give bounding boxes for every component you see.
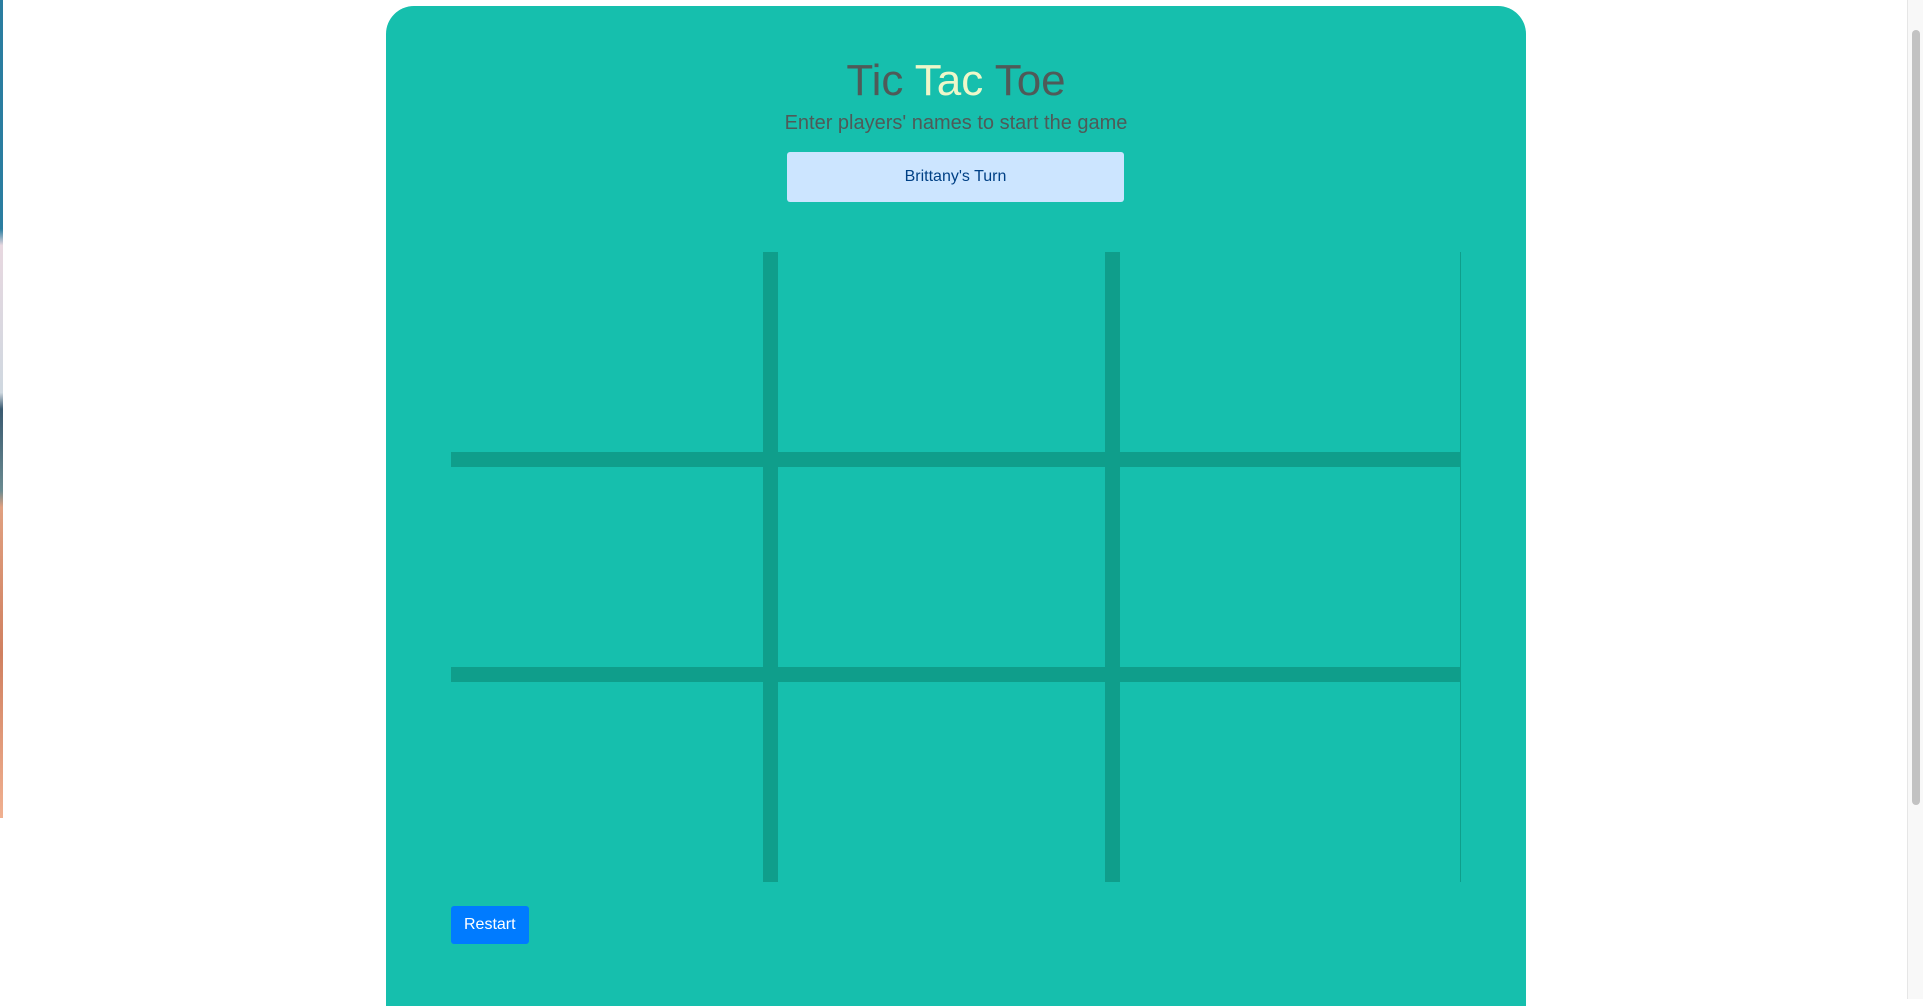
- game-panel: Tic Tac Toe Enter players' names to star…: [386, 6, 1526, 1006]
- game-board: [451, 252, 1461, 882]
- instructions-text: Enter players' names to start the game: [784, 112, 1128, 134]
- scrollbar-thumb[interactable]: [1912, 30, 1920, 805]
- board-cell-3[interactable]: [1120, 252, 1461, 467]
- board-cell-1[interactable]: [451, 252, 778, 467]
- page-title: Tic Tac Toe: [386, 56, 1526, 106]
- title-tac: Tac: [914, 56, 984, 105]
- board-cell-6[interactable]: [1120, 467, 1461, 682]
- board-cell-7[interactable]: [451, 682, 778, 882]
- restart-button[interactable]: Restart: [451, 906, 529, 944]
- board-cell-9[interactable]: [1120, 682, 1461, 882]
- turn-status-banner: Brittany's Turn: [787, 152, 1124, 202]
- vertical-scrollbar[interactable]: [1907, 0, 1923, 999]
- board-cell-4[interactable]: [451, 467, 778, 682]
- board-cell-5[interactable]: [778, 467, 1120, 682]
- title-tic: Tic: [846, 56, 915, 105]
- background-window-edge: [0, 0, 3, 818]
- board-cell-8[interactable]: [778, 682, 1120, 882]
- board-cell-2[interactable]: [778, 252, 1120, 467]
- title-toe: Toe: [983, 56, 1066, 105]
